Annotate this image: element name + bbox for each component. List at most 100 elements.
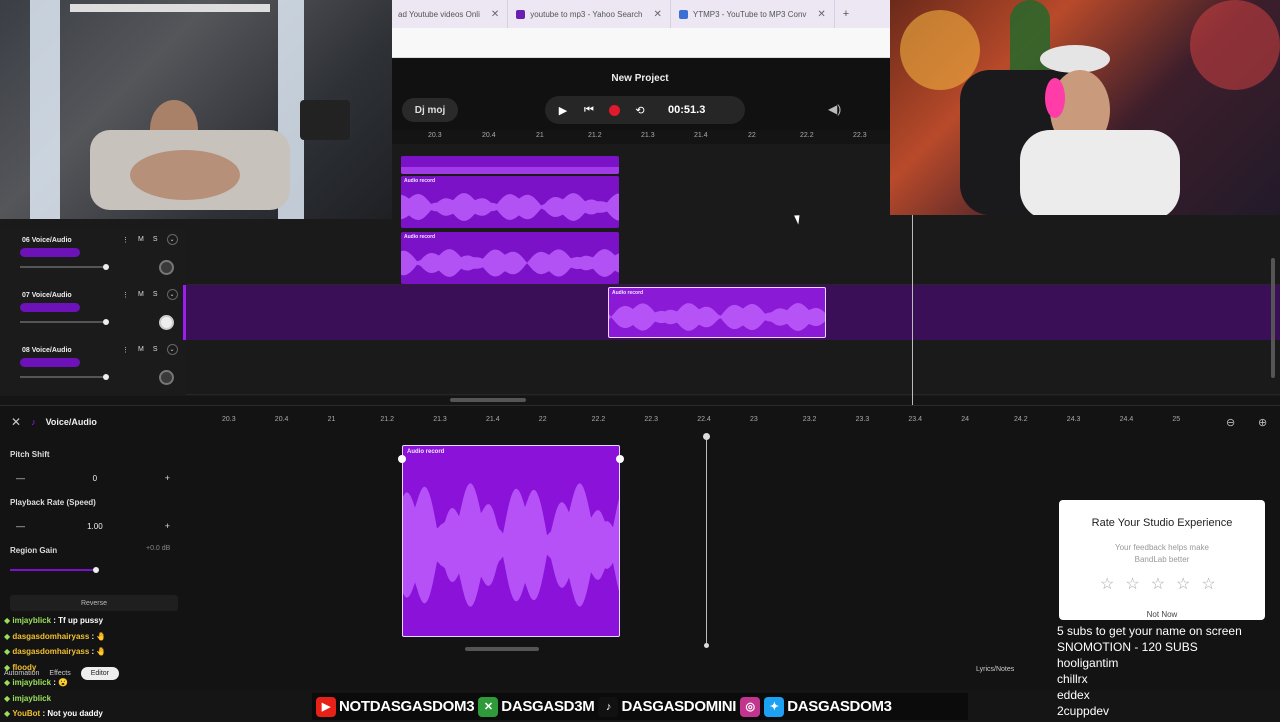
- skip-back-icon[interactable]: ⏮: [583, 104, 595, 116]
- clip-label: Audio record: [404, 178, 436, 184]
- slider-knob[interactable]: [103, 319, 109, 325]
- ruler-tick: 22.3: [644, 416, 659, 423]
- playback-rate-value[interactable]: 1.00: [87, 522, 103, 531]
- editor-ruler[interactable]: 20.3 20.4 21 21.2 21.3 21.4 22 22.2 22.3 22.4 23 23…: [200, 414, 1280, 428]
- editor-scrollbar[interactable]: [465, 647, 539, 651]
- solo-button[interactable]: S: [153, 236, 158, 245]
- editor-title: Voice/Audio: [45, 417, 97, 427]
- close-tab-icon[interactable]: ✕: [653, 9, 661, 20]
- minus-icon[interactable]: —: [16, 521, 25, 531]
- star-icon[interactable]: ☆: [1151, 574, 1165, 594]
- track-instrument-chip[interactable]: [20, 303, 80, 312]
- audio-clip-selected[interactable]: Audio record: [608, 287, 826, 338]
- track-instrument-chip[interactable]: [20, 358, 80, 367]
- new-tab-button[interactable]: +: [835, 0, 857, 28]
- chevron-down-icon[interactable]: ⌄: [166, 234, 178, 245]
- browser-tab[interactable]: ad Youtube videos Onli ✕: [390, 0, 509, 28]
- playhead-handle[interactable]: [703, 433, 710, 440]
- browser-tab[interactable]: YTMP3 - YouTube to MP3 Conv ✕: [671, 0, 835, 28]
- star-icon[interactable]: ☆: [1201, 574, 1215, 594]
- not-now-button[interactable]: Not Now: [1059, 610, 1265, 619]
- mute-button[interactable]: M: [138, 346, 144, 355]
- track-menu-icon[interactable]: ⋮: [122, 236, 129, 245]
- ruler-tick: 22: [748, 132, 756, 139]
- slider-knob[interactable]: [103, 374, 109, 380]
- ruler-tick: 23.3: [855, 416, 870, 423]
- track-menu-icon[interactable]: ⋮: [122, 346, 129, 355]
- pitch-shift-value[interactable]: 0: [93, 474, 97, 483]
- audio-clip[interactable]: Audio record: [401, 176, 619, 228]
- record-button[interactable]: [609, 104, 620, 116]
- audio-clip-editor[interactable]: Audio record: [402, 445, 620, 637]
- chat-message: ◆ dasgasdomhairyass : 🤚: [4, 629, 214, 645]
- editor-playhead[interactable]: [706, 434, 707, 646]
- dj-moj-button[interactable]: Dj moj: [402, 98, 458, 122]
- browser-tab[interactable]: youtube to mp3 - Yahoo Search ✕: [508, 0, 671, 28]
- pan-knob[interactable]: [159, 260, 174, 275]
- track-volume-slider[interactable]: [20, 264, 109, 270]
- chevron-down-icon[interactable]: ⌄: [166, 344, 178, 355]
- slider-knob[interactable]: [103, 264, 109, 270]
- close-tab-icon[interactable]: ✕: [491, 9, 499, 20]
- chat-message: ◆ imjayblick: [4, 691, 214, 707]
- track-row[interactable]: 08 Voice/Audio ⋮ M S ⌄: [0, 340, 1280, 395]
- chat-username: floody: [12, 662, 37, 672]
- minus-icon[interactable]: —: [16, 473, 25, 483]
- social-handle: ♪ DASGASDOMINI: [598, 696, 736, 717]
- plus-icon[interactable]: +: [165, 521, 170, 531]
- track-volume-slider[interactable]: [20, 319, 109, 325]
- mute-button[interactable]: M: [138, 236, 144, 245]
- track-name[interactable]: 07 Voice/Audio: [22, 292, 72, 299]
- track-instrument-chip[interactable]: [20, 248, 80, 257]
- subs-line: 5 subs to get your name on screen: [1057, 624, 1242, 638]
- volume-icon[interactable]: ◀): [828, 102, 841, 116]
- chat-username: dasgasdomhairyass: [12, 647, 90, 656]
- subs-line: hooligantim: [1057, 656, 1119, 670]
- waveform-shape: [609, 303, 825, 331]
- slider-knob[interactable]: [93, 567, 99, 573]
- pan-knob[interactable]: [159, 370, 174, 385]
- track-row[interactable]: 07 Voice/Audio ⋮ M S ⌄ Audio record: [0, 285, 1280, 340]
- ruler-tick: 22.3: [853, 132, 867, 139]
- star-icon[interactable]: ☆: [1125, 574, 1139, 594]
- timeline-ruler[interactable]: 20.3 20.4 21 21.2 21.3 21.4 22 22.2 22.3: [392, 130, 892, 144]
- browser-tab-label: YTMP3 - YouTube to MP3 Conv: [692, 9, 807, 19]
- social-handle-text: DASGASDOM3: [787, 698, 892, 715]
- solo-button[interactable]: S: [153, 291, 158, 300]
- solo-button[interactable]: S: [153, 346, 158, 355]
- track-name[interactable]: 06 Voice/Audio: [22, 237, 72, 244]
- playback-rate-stepper[interactable]: — 1.00 +: [10, 517, 176, 535]
- ruler-tick: 20.3: [428, 132, 442, 139]
- track-menu-icon[interactable]: ⋮: [122, 291, 129, 300]
- zoom-out-icon[interactable]: ⊖: [1226, 416, 1235, 429]
- track-volume-slider[interactable]: [20, 374, 109, 380]
- pan-knob[interactable]: [159, 315, 174, 330]
- plus-icon[interactable]: +: [165, 473, 170, 483]
- audio-clip[interactable]: [401, 156, 619, 174]
- star-icon[interactable]: ☆: [1176, 574, 1190, 594]
- playhead[interactable]: [912, 215, 913, 405]
- project-title[interactable]: New Project: [390, 73, 890, 84]
- zoom-in-icon[interactable]: ⊕: [1258, 416, 1267, 429]
- track-row[interactable]: 06 Voice/Audio ⋮ M S ⌄: [0, 230, 1280, 285]
- close-tab-icon[interactable]: ✕: [817, 9, 825, 20]
- pitch-shift-stepper[interactable]: — 0 +: [10, 469, 176, 487]
- chevron-down-icon[interactable]: ⌄: [166, 289, 178, 300]
- region-gain-slider[interactable]: [10, 567, 99, 573]
- play-icon[interactable]: ▶: [557, 104, 569, 117]
- clip-start-handle[interactable]: [398, 455, 406, 463]
- mute-button[interactable]: M: [138, 291, 144, 300]
- browser-tab-label: youtube to mp3 - Yahoo Search: [530, 9, 643, 19]
- vertical-scrollbar[interactable]: [1271, 258, 1275, 378]
- chat-message: ◆ imjayblick : 😮: [4, 675, 214, 691]
- loop-icon[interactable]: ⟲: [634, 104, 646, 117]
- ruler-tick: 23.4: [908, 416, 923, 423]
- track-name[interactable]: 08 Voice/Audio: [22, 347, 72, 354]
- close-icon[interactable]: ✕: [11, 415, 21, 429]
- waveform: [401, 167, 619, 174]
- horizontal-scrollbar[interactable]: [450, 398, 526, 402]
- lyrics-notes-button[interactable]: Lyrics/Notes: [976, 666, 1014, 673]
- reverse-button[interactable]: Reverse: [10, 595, 178, 611]
- clip-end-handle[interactable]: [616, 455, 624, 463]
- star-icon[interactable]: ☆: [1100, 574, 1114, 594]
